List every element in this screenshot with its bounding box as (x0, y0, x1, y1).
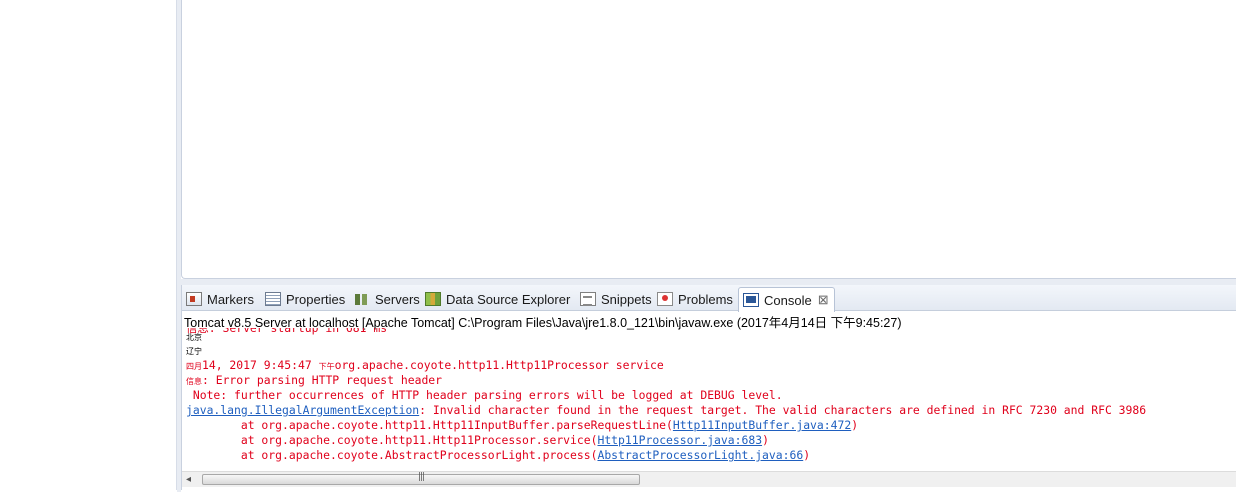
problems-icon (657, 292, 673, 306)
view-tab-bar: Markers Properties Servers Data Source E… (182, 285, 1236, 312)
snippets-icon (580, 292, 596, 306)
level-text: 信息 (186, 377, 202, 386)
console-line: java.lang.IllegalArgumentException: Inva… (186, 403, 1146, 418)
scroll-left-icon[interactable]: ◂ (186, 474, 191, 485)
tab-servers[interactable]: Servers (354, 287, 420, 311)
markers-icon (186, 292, 202, 306)
tab-snippets[interactable]: Snippets (580, 287, 652, 311)
class-text: org.apache.coyote.http11.Http11Processor… (334, 358, 664, 372)
grip-icon: ||| (418, 472, 425, 482)
close-paren: ) (803, 448, 811, 462)
console-line: 四月14, 2017 9:45:47 下午org.apache.coyote.h… (186, 358, 664, 374)
servers-icon (354, 292, 370, 306)
source-link[interactable]: Http11InputBuffer.java:472 (673, 418, 851, 432)
console-icon (743, 293, 759, 307)
left-panel (0, 0, 177, 490)
tab-label: Markers (207, 291, 254, 307)
tab-properties[interactable]: Properties (265, 287, 345, 311)
tab-label: Properties (286, 291, 346, 307)
editor-area[interactable] (181, 0, 1236, 279)
scrollbar-thumb[interactable]: ||| (202, 472, 640, 485)
properties-icon (265, 292, 281, 306)
console-line: Note: further occurrences of HTTP header… (186, 388, 783, 402)
stack-frame-text: at org.apache.coyote.http11.Http11Proces… (186, 433, 598, 447)
horizontal-scrollbar[interactable]: ◂ ||| (182, 471, 1236, 487)
tab-label: Data Source Explorer (446, 291, 571, 307)
close-icon[interactable]: ⊠ (818, 292, 829, 308)
month-text: 四月 (186, 362, 202, 371)
exception-message: : Invalid character found in the request… (419, 403, 1147, 417)
close-paren: ) (851, 418, 859, 432)
tab-problems[interactable]: Problems (657, 287, 733, 311)
tab-label: Problems (678, 291, 733, 307)
stack-frame-text: at org.apache.coyote.http11.Http11InputB… (186, 418, 673, 432)
console-line: 信息: Server startup in 681 ms (186, 328, 388, 335)
console-line: 信息: Error parsing HTTP request header (186, 373, 442, 389)
tab-console[interactable]: Console ⊠ (738, 287, 835, 312)
tab-data-source-explorer[interactable]: Data Source Explorer (425, 287, 570, 311)
source-link[interactable]: Http11Processor.java:683 (597, 433, 762, 447)
stack-trace-line: at org.apache.coyote.AbstractProcessorLi… (186, 448, 810, 463)
tab-label: Console (764, 292, 812, 308)
stack-trace-line: at org.apache.coyote.http11.Http11Proces… (186, 433, 769, 448)
bottom-views-panel: Markers Properties Servers Data Source E… (181, 285, 1236, 490)
exception-link[interactable]: java.lang.IllegalArgumentException (186, 403, 419, 417)
data-source-explorer-icon (425, 292, 441, 306)
close-paren: ) (762, 433, 769, 447)
timestamp-text: 14, 2017 9:45:47 (202, 358, 319, 372)
console-output[interactable]: 信息: Server startup in 681 ms 北京 辽宁 四月14,… (182, 328, 1236, 470)
stack-trace-line: at org.apache.coyote.http11.Http11InputB… (186, 418, 858, 433)
ampm-text: 下午 (318, 362, 335, 371)
message-text: : Error parsing HTTP request header (202, 373, 443, 387)
console-line: 辽宁 (186, 347, 202, 356)
tab-label: Servers (375, 291, 420, 307)
tab-markers[interactable]: Markers (186, 287, 254, 311)
stack-frame-text: at org.apache.coyote.AbstractProcessorLi… (186, 448, 598, 462)
source-link[interactable]: AbstractProcessorLight.java:66 (597, 448, 803, 462)
console-line: 北京 (186, 333, 202, 342)
tab-label: Snippets (601, 291, 652, 307)
